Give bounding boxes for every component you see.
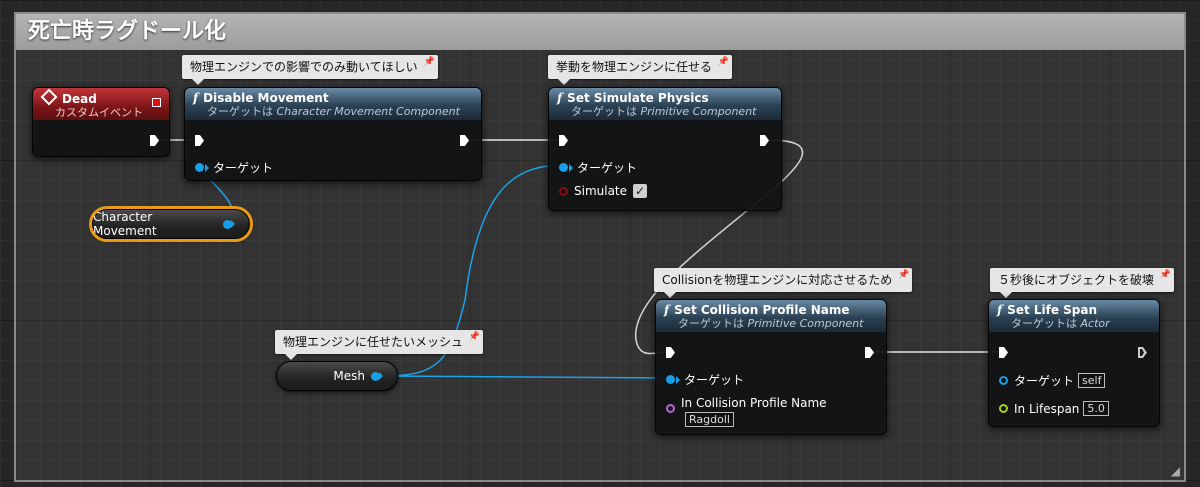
exec-out-pin[interactable] xyxy=(865,347,874,358)
simulate-checkbox[interactable]: ✓ xyxy=(633,184,648,198)
node-subtitle-class: Primitive Component xyxy=(640,105,757,118)
event-diamond-icon xyxy=(40,88,58,106)
pin-arrow-icon xyxy=(231,220,235,228)
node-header: Dead カスタムイベント xyxy=(33,88,169,120)
pin-arrow-icon xyxy=(379,372,383,380)
target-pin-icon[interactable] xyxy=(559,163,568,172)
character-movement-variable-node[interactable]: Character Movement xyxy=(89,206,253,242)
pin-arrow-icon xyxy=(676,375,680,384)
node-header: f Set Collision Profile Name ターゲットは Primi… xyxy=(656,300,886,332)
lifespan-value-input[interactable]: 5.0 xyxy=(1083,401,1109,416)
node-subtitle-prefix: ターゲットは xyxy=(1011,317,1077,330)
node-header: f Disable Movement ターゲットは Character Movem… xyxy=(185,88,481,120)
dead-event-node[interactable]: Dead カスタムイベント xyxy=(32,87,170,157)
blueprint-graph[interactable]: 死亡時ラグドール化 ◢ 物理エンジンでの影響でのみ動いてほしい 📌 挙動を物理エ… xyxy=(0,0,1200,487)
exec-in-pin[interactable] xyxy=(195,135,204,146)
pin-label: ターゲット xyxy=(213,161,274,175)
pin-icon[interactable]: 📌 xyxy=(1160,270,1171,280)
function-icon: f xyxy=(557,91,563,105)
pin-label: Simulate xyxy=(574,184,628,198)
target-pin-icon[interactable] xyxy=(666,375,675,384)
pin-icon[interactable]: 📌 xyxy=(469,332,480,342)
pin-arrow-icon xyxy=(569,163,573,172)
bubble-text: 挙動を物理エンジンに任せる xyxy=(556,60,713,74)
bubble-text: 物理エンジンに任せたいメッシュ xyxy=(283,335,464,349)
profile-pin-icon[interactable] xyxy=(666,404,675,413)
disable-movement-node[interactable]: f Disable Movement ターゲットは Character Movem… xyxy=(184,87,482,181)
target-value-input[interactable]: self xyxy=(1078,373,1106,388)
pin-label: In Lifespan xyxy=(1014,401,1080,416)
exec-out-pin[interactable] xyxy=(460,135,469,146)
comment-bubble-disable-movement[interactable]: 物理エンジンでの影響でのみ動いてほしい 📌 xyxy=(182,55,438,85)
node-header: f Set Simulate Physics ターゲットは Primitive C… xyxy=(549,88,781,120)
bubble-text: 物理エンジンでの影響でのみ動いてほしい xyxy=(190,60,418,74)
pin-icon[interactable]: 📌 xyxy=(718,57,729,67)
node-title: Dead xyxy=(62,92,97,106)
object-wire-mesh-collision xyxy=(383,375,671,379)
bubble-text: ５秒後にオブジェクトを破壊 xyxy=(998,273,1155,287)
node-subtitle-prefix: ターゲットは xyxy=(571,105,637,118)
profile-name-input[interactable]: Ragdoll xyxy=(685,412,734,427)
function-icon: f xyxy=(193,91,199,105)
pin-arrow-icon xyxy=(205,163,209,172)
comment-bubble-life-span[interactable]: ５秒後にオブジェクトを破壊 📌 xyxy=(990,268,1175,298)
replicate-stop-icon xyxy=(152,98,161,107)
variable-label: Mesh xyxy=(333,369,365,383)
function-icon: f xyxy=(997,303,1003,317)
node-subtitle-class: Primitive Component xyxy=(747,317,864,330)
function-icon: f xyxy=(664,303,670,317)
node-subtitle-prefix: ターゲットは xyxy=(678,317,744,330)
node-title: Set Simulate Physics xyxy=(567,91,709,105)
pin-label: In Collision Profile Name xyxy=(681,396,827,410)
node-subtitle: カスタムイベント xyxy=(55,106,143,119)
comment-bubble-collision-profile[interactable]: Collisionを物理エンジンに対応させるため 📌 xyxy=(654,268,913,298)
target-pin-icon[interactable] xyxy=(999,376,1008,385)
pin-icon[interactable]: 📌 xyxy=(423,57,434,67)
set-collision-profile-node[interactable]: f Set Collision Profile Name ターゲットは Primi… xyxy=(655,299,887,435)
node-subtitle-class: Actor xyxy=(1080,317,1110,330)
bubble-text: Collisionを物理エンジンに対応させるため xyxy=(662,273,893,287)
exec-in-pin[interactable] xyxy=(999,347,1008,358)
comment-bubble-mesh[interactable]: 物理エンジンに任せたいメッシュ 📌 xyxy=(275,330,484,360)
node-title: Set Collision Profile Name xyxy=(674,303,850,317)
set-life-span-node[interactable]: f Set Life Span ターゲットは Actor ターゲット self In… xyxy=(988,299,1160,427)
node-subtitle-class: Character Movement Component xyxy=(276,105,460,118)
target-pin-icon[interactable] xyxy=(195,163,204,172)
node-header: f Set Life Span ターゲットは Actor xyxy=(989,300,1159,332)
lifespan-pin-icon[interactable] xyxy=(999,404,1008,413)
pin-label: ターゲット xyxy=(577,161,638,175)
exec-out-pin-unconnected[interactable] xyxy=(1138,347,1147,358)
simulate-pin-icon[interactable] xyxy=(559,186,568,196)
comment-bubble-simulate-physics[interactable]: 挙動を物理エンジンに任せる 📌 xyxy=(548,55,733,85)
pin-label: ターゲット xyxy=(1014,374,1075,388)
exec-in-pin[interactable] xyxy=(559,135,568,146)
node-subtitle-prefix: ターゲットは xyxy=(207,105,273,118)
exec-in-pin[interactable] xyxy=(666,347,675,358)
set-simulate-physics-node[interactable]: f Set Simulate Physics ターゲットは Primitive C… xyxy=(548,87,782,211)
variable-label: Character Movement xyxy=(93,210,157,238)
node-title: Disable Movement xyxy=(203,91,329,105)
mesh-variable-node[interactable]: Mesh xyxy=(276,361,398,391)
node-title: Set Life Span xyxy=(1007,303,1098,317)
exec-out-pin[interactable] xyxy=(150,135,159,146)
exec-out-pin[interactable] xyxy=(760,135,769,146)
pin-label: ターゲット xyxy=(684,373,745,387)
pin-icon[interactable]: 📌 xyxy=(898,270,909,280)
